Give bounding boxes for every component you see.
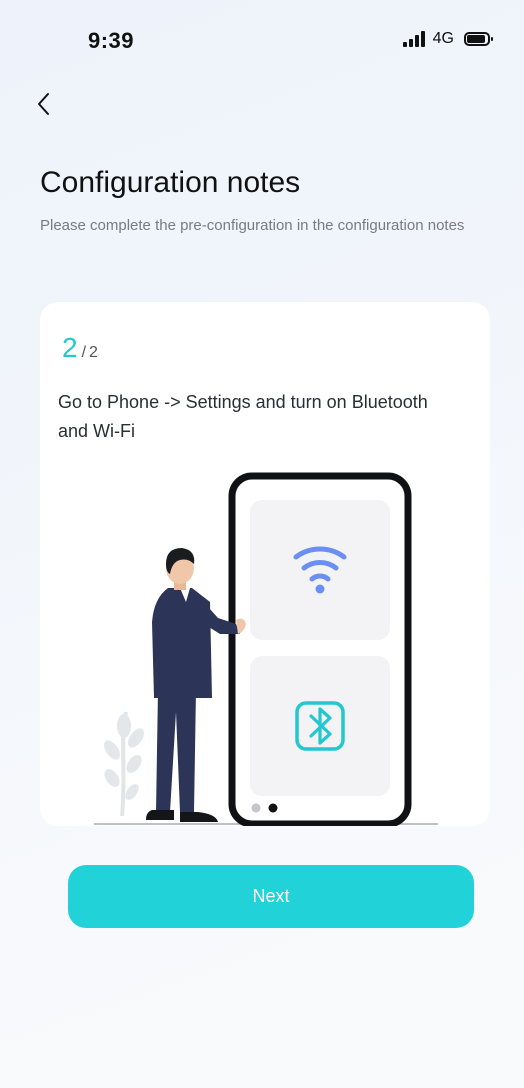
carousel-dot-1 bbox=[251, 803, 261, 813]
network-label: 4G bbox=[432, 30, 454, 47]
status-indicators: 4G bbox=[402, 30, 493, 48]
phone-settings-illustration bbox=[94, 472, 438, 826]
back-button[interactable] bbox=[24, 84, 64, 124]
signal-icon bbox=[402, 31, 425, 47]
phone-device bbox=[228, 472, 412, 826]
status-bar: 9:39 4G bbox=[0, 0, 524, 80]
page-title: Configuration notes bbox=[40, 166, 301, 199]
wifi-tile bbox=[250, 500, 390, 640]
plant-icon bbox=[104, 711, 144, 817]
page-subtitle: Please complete the pre-configuration in… bbox=[40, 217, 465, 234]
next-button[interactable]: Next bbox=[68, 865, 474, 928]
configuration-notes-screen: 9:39 4G Configuration notes Please compl… bbox=[0, 0, 524, 1088]
battery-icon bbox=[464, 32, 493, 46]
instruction-card: 2 / 2 Go to Phone -> Settings and turn o… bbox=[40, 302, 490, 826]
carousel-dot-2 bbox=[268, 803, 278, 813]
chevron-left-icon bbox=[38, 93, 49, 115]
status-time: 9:39 bbox=[88, 28, 135, 53]
